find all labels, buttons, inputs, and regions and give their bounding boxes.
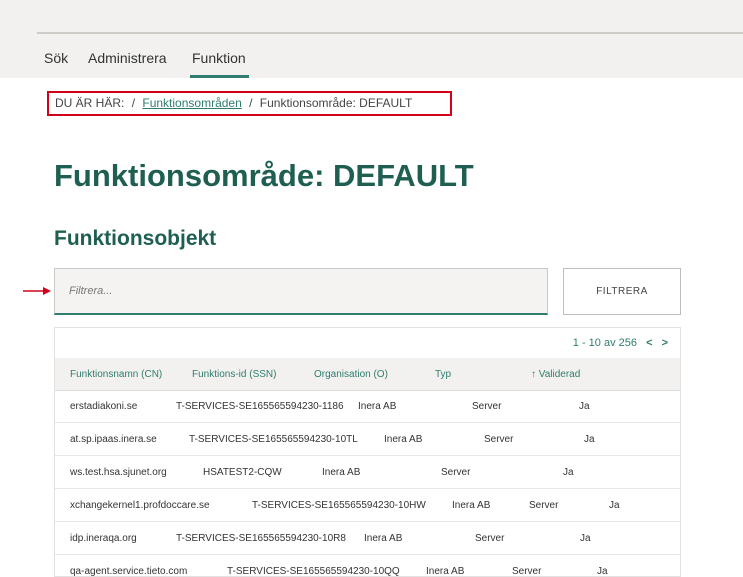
table-row[interactable]: at.sp.ipaas.inera.se T-SERVICES-SE165565… bbox=[55, 423, 680, 456]
cell-typ: Server bbox=[441, 467, 471, 478]
breadcrumb-separator: / bbox=[249, 96, 253, 110]
filter-button[interactable]: FILTRERA bbox=[563, 268, 681, 315]
cell-cn: xchangekernel1.profdoccare.se bbox=[70, 500, 210, 511]
cell-validerad: Ja bbox=[563, 467, 574, 478]
cell-validerad: Ja bbox=[580, 533, 591, 544]
cell-organisation: Inera AB bbox=[452, 500, 491, 511]
cell-ssn: T-SERVICES-SE165565594230-10R8 bbox=[176, 533, 346, 544]
cell-cn: idp.ineraqa.org bbox=[70, 533, 137, 544]
breadcrumb-link-funktionsomraden[interactable]: Funktionsområden bbox=[142, 96, 241, 110]
cell-organisation: Inera AB bbox=[364, 533, 403, 544]
cell-validerad: Ja bbox=[584, 434, 595, 445]
cell-organisation: Inera AB bbox=[426, 566, 465, 577]
cell-validerad: Ja bbox=[579, 401, 590, 412]
column-header-validerad[interactable]: ↑ Validerad bbox=[531, 369, 580, 380]
breadcrumb: DU ÄR HÄR: / Funktionsområden / Funktion… bbox=[47, 91, 452, 116]
pagination-label: 1 - 10 av 256 bbox=[572, 337, 637, 349]
cell-ssn: T-SERVICES-SE165565594230-10QQ bbox=[227, 566, 400, 577]
filter-input[interactable] bbox=[54, 268, 548, 315]
sort-arrow-up-icon: ↑ bbox=[531, 369, 536, 380]
column-header-organisation[interactable]: Organisation (O) bbox=[314, 369, 388, 380]
cell-cn: qa-agent.service.tieto.com bbox=[70, 566, 188, 577]
section-title: Funktionsobjekt bbox=[54, 227, 217, 250]
cell-cn: at.sp.ipaas.inera.se bbox=[70, 434, 157, 445]
top-divider bbox=[37, 32, 743, 34]
table-row[interactable]: xchangekernel1.profdoccare.se T-SERVICES… bbox=[55, 489, 680, 522]
cell-ssn: HSATEST2-CQW bbox=[203, 467, 282, 478]
cell-typ: Server bbox=[475, 533, 505, 544]
nav-item-administrera[interactable]: Administrera bbox=[88, 50, 167, 66]
cell-organisation: Inera AB bbox=[384, 434, 423, 445]
top-navigation-bar: Sök Administrera Funktion bbox=[0, 0, 743, 78]
arrow-right-icon bbox=[23, 287, 51, 295]
chevron-left-icon[interactable]: < bbox=[646, 337, 652, 349]
cell-typ: Server bbox=[512, 566, 542, 577]
cell-validerad: Ja bbox=[609, 500, 620, 511]
cell-validerad: Ja bbox=[597, 566, 608, 577]
cell-typ: Server bbox=[472, 401, 502, 412]
cell-typ: Server bbox=[529, 500, 559, 511]
cell-cn: ws.test.hsa.sjunet.org bbox=[70, 467, 167, 478]
page-title: Funktionsområde: DEFAULT bbox=[54, 158, 474, 193]
chevron-right-icon[interactable]: > bbox=[662, 337, 668, 349]
table-row[interactable]: idp.ineraqa.org T-SERVICES-SE16556559423… bbox=[55, 522, 680, 555]
pagination: 1 - 10 av 256 < > bbox=[573, 337, 668, 349]
column-header-validerad-label: Validerad bbox=[538, 369, 581, 380]
breadcrumb-separator: / bbox=[131, 96, 136, 110]
column-header-cn[interactable]: Funktionsnamn (CN) bbox=[70, 369, 162, 380]
column-header-ssn[interactable]: Funktions-id (SSN) bbox=[192, 369, 276, 380]
breadcrumb-prefix: DU ÄR HÄR: bbox=[55, 96, 125, 110]
cell-cn: erstadiakoni.se bbox=[70, 401, 138, 412]
cell-ssn: T-SERVICES-SE165565594230-10TL bbox=[189, 434, 358, 445]
table-row[interactable]: qa-agent.service.tieto.com T-SERVICES-SE… bbox=[55, 555, 680, 577]
table-row[interactable]: erstadiakoni.se T-SERVICES-SE16556559423… bbox=[55, 390, 680, 423]
nav-item-funktion[interactable]: Funktion bbox=[192, 50, 246, 66]
nav-item-sok[interactable]: Sök bbox=[44, 50, 68, 66]
cell-ssn: T-SERVICES-SE165565594230-10HW bbox=[252, 500, 426, 511]
cell-organisation: Inera AB bbox=[358, 401, 397, 412]
table-header: Funktionsnamn (CN) Funktions-id (SSN) Or… bbox=[55, 358, 680, 391]
column-header-typ[interactable]: Typ bbox=[435, 369, 451, 380]
cell-ssn: T-SERVICES-SE165565594230-1186 bbox=[176, 401, 344, 412]
breadcrumb-current: Funktionsområde: DEFAULT bbox=[259, 96, 413, 110]
cell-typ: Server bbox=[484, 434, 514, 445]
function-objects-table: 1 - 10 av 256 < > Funktionsnamn (CN) Fun… bbox=[54, 327, 681, 577]
cell-organisation: Inera AB bbox=[322, 467, 361, 478]
nav-active-indicator bbox=[190, 75, 249, 78]
table-row[interactable]: ws.test.hsa.sjunet.org HSATEST2-CQW Iner… bbox=[55, 456, 680, 489]
